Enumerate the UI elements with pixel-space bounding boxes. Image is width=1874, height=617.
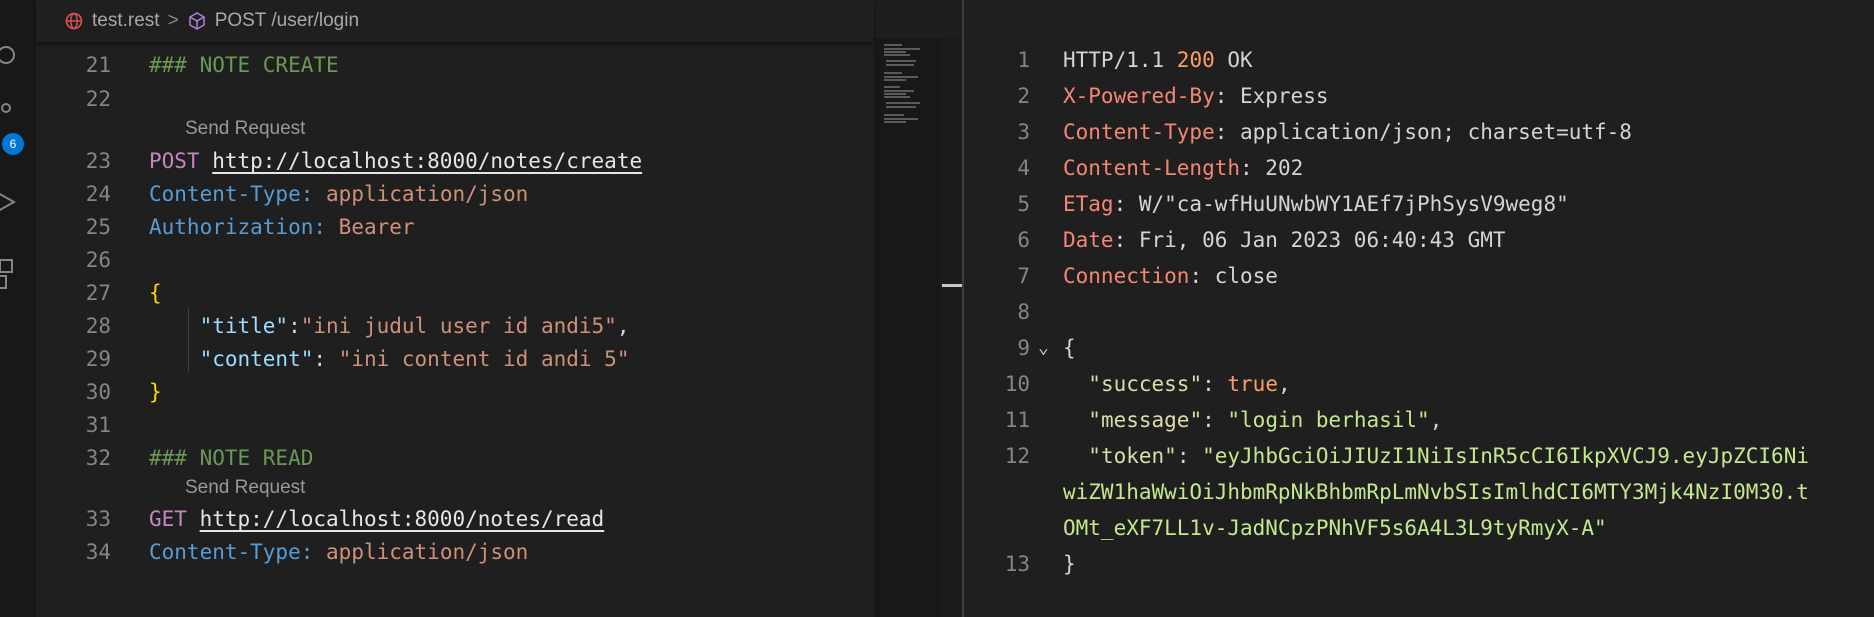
- header-key: Content-Type:: [149, 540, 314, 564]
- json-boolean: true: [1227, 372, 1278, 396]
- json-brace: {: [1063, 336, 1076, 360]
- response-editor[interactable]: 1 HTTP/1.1 200 OK 2 X-Powered-By: Express …: [964, 0, 1874, 617]
- activity-bar: 6: [0, 0, 36, 617]
- json-key: "success": [1088, 372, 1203, 396]
- header-key: Connection: [1063, 264, 1190, 288]
- header-key: X-Powered-By: [1063, 84, 1215, 108]
- source-control-icon[interactable]: [0, 100, 18, 124]
- http-method: GET: [149, 507, 187, 531]
- token-string: wiZW1haWwiOiJhbmRpNkBhbmRpLmNvbSIsImlhdC…: [1063, 480, 1809, 504]
- search-icon[interactable]: [0, 43, 18, 67]
- scroll-position-marker[interactable]: [942, 284, 962, 287]
- scrollbar[interactable]: [940, 38, 962, 617]
- header-value: application/json: [326, 540, 529, 564]
- json-brace: }: [149, 380, 162, 404]
- http-method: POST: [149, 149, 200, 173]
- request-editor[interactable]: test.rest > POST /user/login 21 ### NOTE …: [36, 0, 874, 617]
- cube-icon: [188, 12, 205, 30]
- json-key: "content": [199, 347, 314, 371]
- header-value: Bearer: [338, 215, 415, 239]
- header-key: Authorization:: [149, 215, 327, 239]
- json-key: "token": [1088, 444, 1177, 468]
- send-request-codelens[interactable]: Send Request: [185, 118, 305, 140]
- chevron-down-icon[interactable]: ⌄: [1038, 330, 1049, 366]
- header-key: ETag: [1063, 192, 1114, 216]
- minimap[interactable]: [874, 38, 940, 617]
- section-comment: ### NOTE CREATE: [149, 53, 339, 77]
- json-string: "ini judul user id andi5": [300, 314, 617, 338]
- header-key: Content-Type:: [149, 182, 314, 206]
- request-url[interactable]: http://localhost:8000/notes/create: [212, 149, 642, 173]
- json-brace: {: [149, 281, 162, 305]
- breadcrumb-file[interactable]: test.rest: [92, 10, 160, 32]
- json-string: "ini content id andi 5": [338, 347, 630, 371]
- header-key: Content-Length: [1063, 156, 1241, 180]
- breadcrumb-request[interactable]: POST /user/login: [215, 10, 359, 32]
- token-string: OMt_eXF7LL1v-JadNCpzPNhVF5s6A4L3L9tyRmyX…: [1063, 516, 1607, 540]
- send-request-codelens[interactable]: Send Request: [185, 477, 305, 499]
- extensions-icon[interactable]: [0, 258, 18, 298]
- json-key: "title": [199, 314, 289, 338]
- globe-icon: [65, 12, 83, 30]
- breadcrumb-separator: >: [167, 10, 179, 31]
- header-key: Content-Type: [1063, 120, 1215, 144]
- token-string: "eyJhbGciOiJIUzI1NiIsInR5cCI6IkpXVCJ9.ey…: [1202, 444, 1809, 468]
- json-string: "login berhasil": [1227, 408, 1430, 432]
- request-url[interactable]: http://localhost:8000/notes/read: [200, 507, 605, 531]
- source-control-badge: 6: [2, 133, 24, 155]
- breadcrumb: test.rest > POST /user/login: [36, 0, 874, 42]
- json-key: "message": [1088, 408, 1203, 432]
- json-brace: }: [1063, 552, 1076, 576]
- status-code: 200: [1176, 48, 1215, 72]
- header-key: Date: [1063, 228, 1114, 252]
- header-value: application/json: [326, 182, 529, 206]
- section-comment: ### NOTE READ: [149, 446, 314, 470]
- run-debug-icon[interactable]: [0, 190, 18, 214]
